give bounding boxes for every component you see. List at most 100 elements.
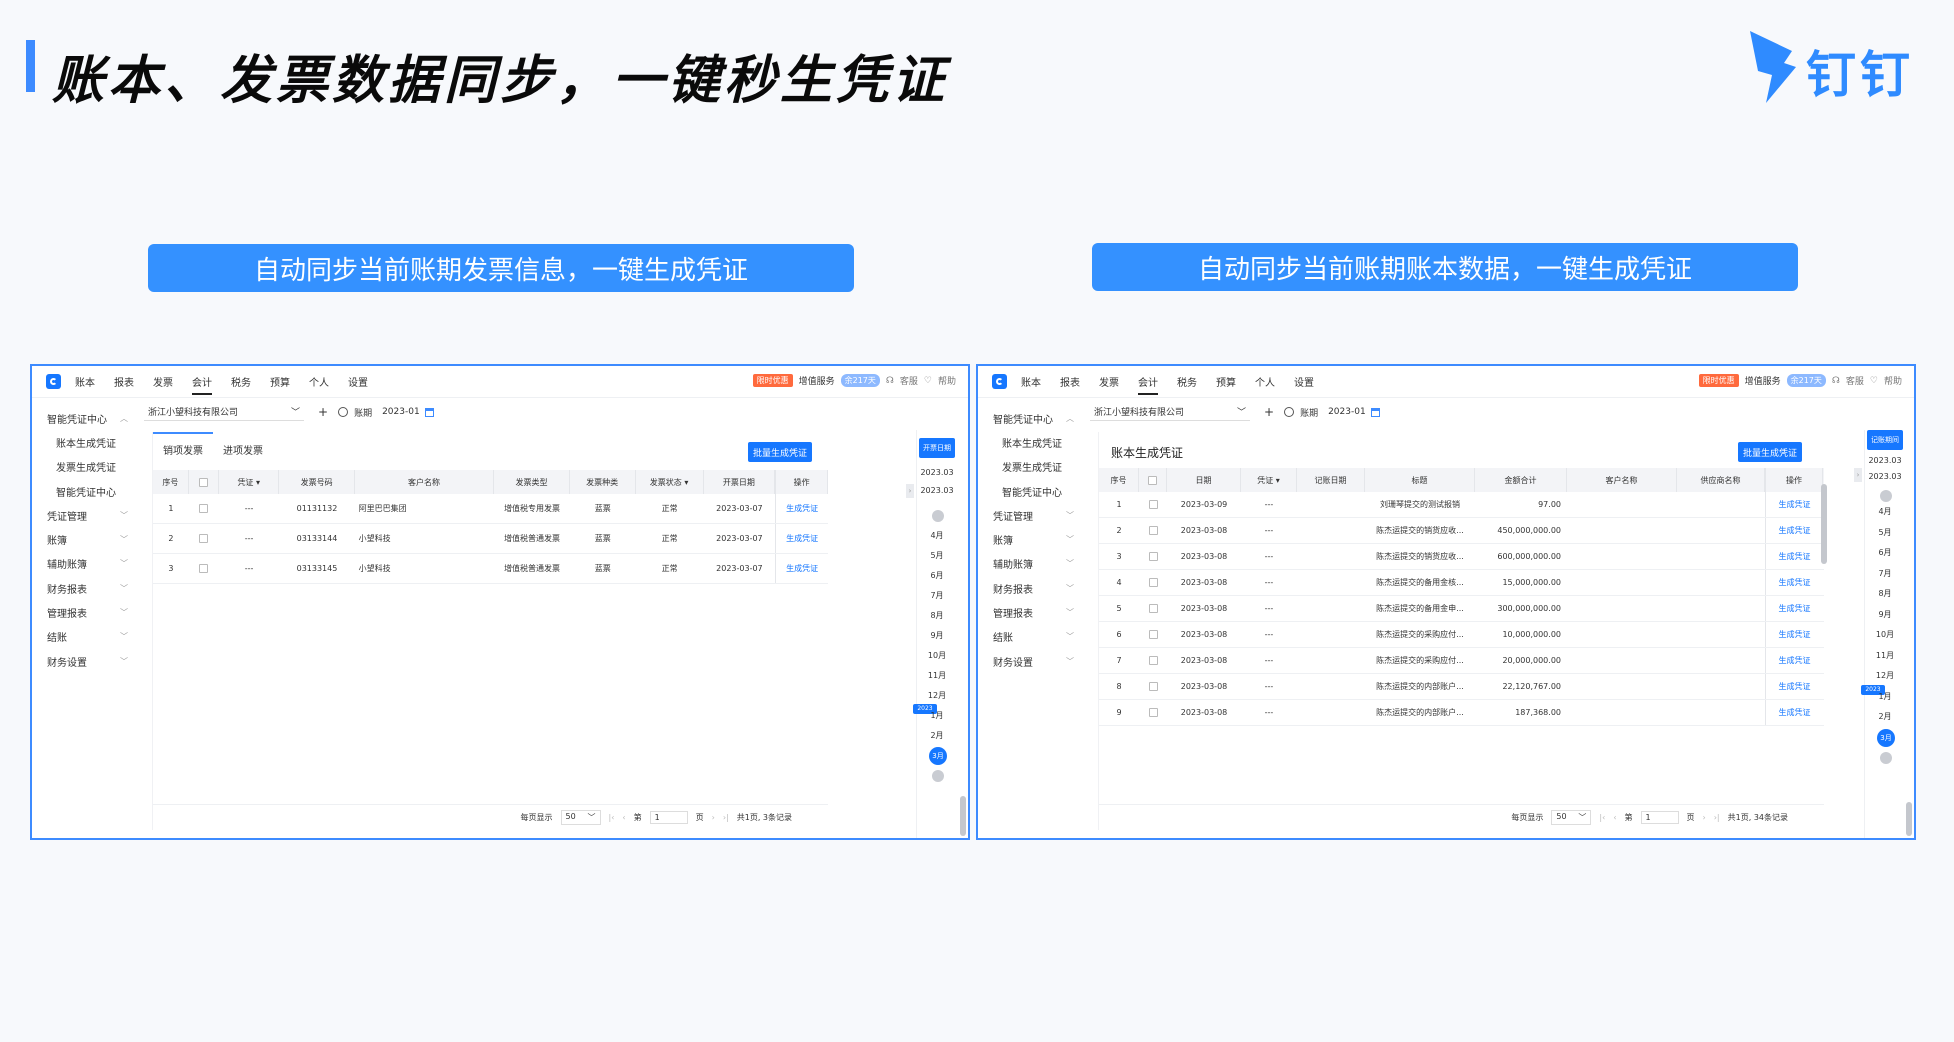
row-checkbox-box[interactable]: [199, 564, 209, 573]
generate-voucher-link[interactable]: 生成凭证: [775, 554, 828, 583]
month-item[interactable]: 7月: [1865, 568, 1905, 579]
row-checkbox[interactable]: [1139, 518, 1167, 543]
month-item-selected[interactable]: 3月: [1877, 728, 1895, 747]
scroll-down-icon[interactable]: [932, 770, 944, 782]
prev-page-icon[interactable]: ‹: [622, 813, 625, 822]
promo-badge[interactable]: 限时优惠: [1698, 374, 1739, 387]
help-link[interactable]: 帮助: [938, 374, 956, 387]
month-item[interactable]: 8月: [917, 610, 957, 621]
invoice-date-button[interactable]: 开票日期: [919, 438, 955, 458]
strip-year[interactable]: 2023.03: [1865, 456, 1905, 465]
plus-icon[interactable]: +: [1264, 405, 1274, 419]
row-checkbox[interactable]: [1139, 596, 1167, 621]
month-item[interactable]: 6月: [917, 570, 957, 581]
generate-voucher-link[interactable]: 生成凭证: [775, 494, 828, 523]
generate-voucher-link[interactable]: 生成凭证: [775, 524, 828, 553]
next-page-icon[interactable]: ›: [1703, 813, 1706, 822]
nav-budget[interactable]: 预算: [270, 374, 290, 389]
col-select[interactable]: [189, 470, 220, 494]
generate-voucher-link[interactable]: 生成凭证: [1765, 518, 1823, 543]
help-icon[interactable]: ♡: [1870, 376, 1878, 386]
scroll-down-icon[interactable]: [1880, 752, 1892, 764]
sidebar-item-closing[interactable]: 结账 ﹀: [32, 625, 136, 649]
nav-invoice[interactable]: 发票: [1099, 374, 1119, 389]
row-checkbox[interactable]: [189, 554, 219, 583]
nav-settings[interactable]: 设置: [348, 374, 368, 389]
row-checkbox-box[interactable]: [1148, 682, 1158, 691]
app-logo-icon[interactable]: [46, 374, 61, 389]
month-item[interactable]: 12月: [1865, 670, 1905, 681]
sidebar-item-invoice-voucher[interactable]: 发票生成凭证: [978, 455, 1082, 479]
month-item[interactable]: 4月: [917, 530, 957, 541]
headset-icon[interactable]: ☊: [1832, 376, 1840, 386]
sidebar-item-voucher-mgmt[interactable]: 凭证管理 ﹀: [32, 503, 136, 527]
generate-voucher-text[interactable]: 生成凭证: [786, 533, 818, 544]
month-item[interactable]: 1月: [1865, 691, 1905, 702]
row-checkbox[interactable]: [1139, 492, 1167, 517]
row-checkbox-box[interactable]: [1148, 578, 1158, 587]
sidebar-item-ledger-voucher[interactable]: 账本生成凭证: [978, 430, 1082, 454]
sidebar-item-aux-books[interactable]: 辅助账簿 ﹀: [978, 552, 1082, 576]
generate-voucher-text[interactable]: 生成凭证: [1779, 577, 1811, 588]
nav-report[interactable]: 报表: [114, 374, 134, 389]
select-all-checkbox[interactable]: [198, 477, 208, 487]
row-checkbox-box[interactable]: [199, 534, 209, 543]
company-select[interactable]: 浙江小望科技有限公司 ﹀: [144, 403, 304, 421]
page-input[interactable]: 1: [1640, 811, 1679, 824]
per-page-select[interactable]: 50 ﹀: [560, 810, 601, 825]
sidebar-item-mgmt-reports[interactable]: 管理报表 ﹀: [32, 600, 136, 624]
nav-accounting[interactable]: 会计: [192, 374, 212, 395]
col-select[interactable]: [1139, 468, 1167, 492]
row-checkbox-box[interactable]: [1148, 500, 1158, 509]
row-checkbox-box[interactable]: [1148, 604, 1158, 613]
generate-voucher-text[interactable]: 生成凭证: [1779, 551, 1811, 562]
row-checkbox-box[interactable]: [1148, 630, 1158, 639]
sidebar-item-aux-books[interactable]: 辅助账簿 ﹀: [32, 552, 136, 576]
row-checkbox[interactable]: [1139, 622, 1167, 647]
col-status[interactable]: 发票状态 ▾: [636, 470, 704, 494]
sidebar-item-voucher-mgmt[interactable]: 凭证管理 ﹀: [978, 503, 1082, 527]
generate-voucher-text[interactable]: 生成凭证: [1779, 681, 1811, 692]
first-page-icon[interactable]: |‹: [1599, 813, 1605, 822]
calendar-icon[interactable]: [1370, 407, 1380, 417]
help-icon[interactable]: ♡: [924, 376, 932, 386]
row-checkbox[interactable]: [189, 494, 219, 523]
first-page-icon[interactable]: |‹: [609, 813, 615, 822]
sidebar-item-voucher-center[interactable]: 智能凭证中心 ︿: [978, 406, 1082, 430]
month-item[interactable]: 6月: [1865, 547, 1905, 558]
generate-voucher-text[interactable]: 生成凭证: [1779, 655, 1811, 666]
generate-voucher-text[interactable]: 生成凭证: [1779, 629, 1811, 640]
row-checkbox-box[interactable]: [1148, 552, 1158, 561]
nav-accounting[interactable]: 会计: [1138, 374, 1158, 395]
month-item[interactable]: 4月: [1865, 506, 1905, 517]
nav-tax[interactable]: 税务: [231, 374, 251, 389]
service-label[interactable]: 增值服务: [799, 374, 835, 387]
nav-report[interactable]: 报表: [1060, 374, 1080, 389]
month-item[interactable]: 11月: [917, 670, 957, 681]
support-link[interactable]: 客服: [900, 374, 918, 387]
sidebar-item-voucher-center[interactable]: 智能凭证中心 ︿: [32, 406, 136, 430]
help-link[interactable]: 帮助: [1884, 374, 1902, 387]
last-page-icon[interactable]: ›|: [723, 813, 729, 822]
nav-tax[interactable]: 税务: [1177, 374, 1197, 389]
plus-icon[interactable]: +: [318, 405, 328, 419]
collapse-strip-icon[interactable]: ›: [906, 484, 914, 498]
nav-personal[interactable]: 个人: [1255, 374, 1275, 389]
calendar-icon[interactable]: [424, 407, 434, 417]
generate-voucher-link[interactable]: 生成凭证: [1765, 492, 1823, 517]
nav-personal[interactable]: 个人: [309, 374, 329, 389]
month-item[interactable]: 9月: [1865, 609, 1905, 620]
sidebar-item-smart-center[interactable]: 智能凭证中心: [32, 479, 136, 503]
row-checkbox[interactable]: [1139, 570, 1167, 595]
vertical-scrollbar[interactable]: [1906, 802, 1912, 836]
gear-icon[interactable]: [338, 407, 349, 417]
scroll-up-icon[interactable]: [932, 510, 944, 522]
prev-page-icon[interactable]: ‹: [1613, 813, 1616, 822]
sidebar-item-fin-reports[interactable]: 财务报表 ﹀: [32, 576, 136, 600]
row-checkbox[interactable]: [189, 524, 219, 553]
generate-voucher-text[interactable]: 生成凭证: [1779, 525, 1811, 536]
month-item[interactable]: 2月: [1865, 711, 1905, 722]
sidebar-item-smart-center[interactable]: 智能凭证中心: [978, 479, 1082, 503]
strip-year[interactable]: 2023.03: [1865, 472, 1905, 481]
month-item[interactable]: 10月: [1865, 629, 1905, 640]
